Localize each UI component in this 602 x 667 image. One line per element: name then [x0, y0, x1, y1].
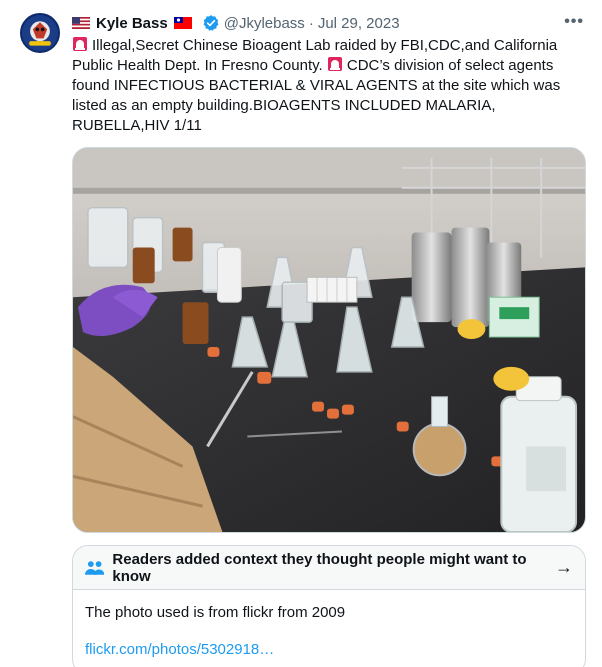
arrow-right-icon[interactable]: →	[555, 557, 573, 578]
avatar[interactable]	[20, 13, 60, 53]
author-handle[interactable]: @Jkylebass	[224, 15, 305, 32]
separator-dot: ·	[308, 14, 314, 32]
siren-icon	[73, 37, 87, 51]
taiwan-flag-icon	[173, 17, 192, 29]
tweet-text: Illegal,Secret Chinese Bioagent Lab raid…	[72, 36, 572, 136]
tweet-header: Kyle Bass @Jkylebass · Jul 29, 2023	[72, 13, 400, 33]
people-icon	[85, 560, 105, 575]
us-flag-icon	[72, 17, 90, 29]
siren-icon	[327, 57, 342, 71]
community-note-link[interactable]: flickr.com/photos/5302918…	[85, 641, 573, 658]
community-note-header[interactable]: Readers added context they thought peopl…	[73, 546, 585, 590]
community-note-title: Readers added context they thought peopl…	[112, 550, 527, 585]
tweet-date[interactable]: Jul 29, 2023	[318, 15, 400, 32]
community-note-text: The photo used is from flickr from 2009	[85, 604, 346, 621]
community-note[interactable]: Readers added context they thought peopl…	[72, 545, 586, 667]
tweet[interactable]: Kyle Bass @Jkylebass · Jul 29, 2023 ••• …	[0, 0, 602, 667]
verified-badge-icon	[203, 15, 219, 31]
tweet-photo[interactable]	[72, 147, 586, 533]
more-options-icon[interactable]: •••	[564, 13, 584, 31]
community-note-body: The photo used is from flickr from 2009 …	[73, 590, 585, 658]
author-name[interactable]: Kyle Bass	[96, 15, 168, 32]
